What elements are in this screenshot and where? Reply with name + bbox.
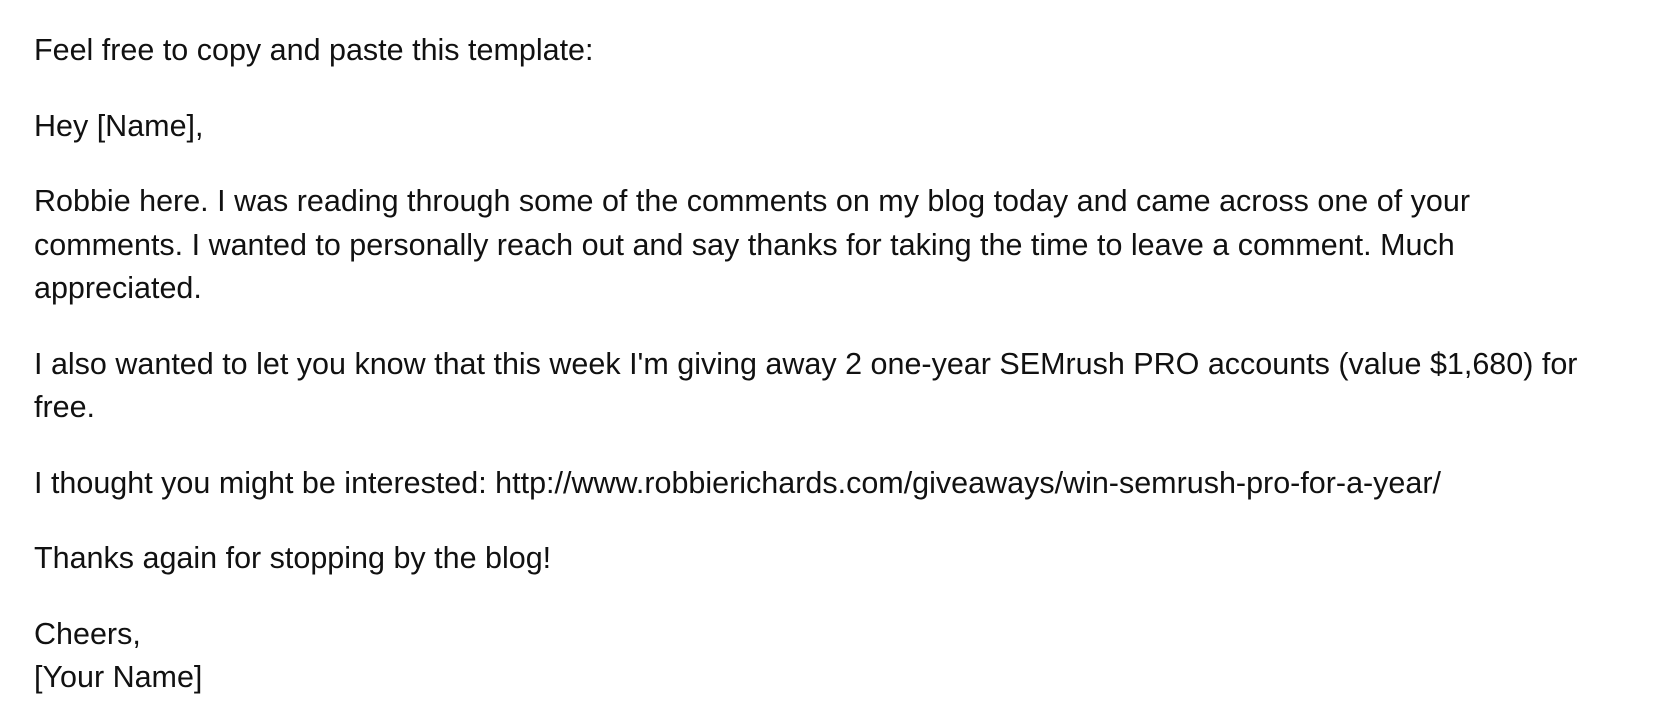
signoff: Cheers, [Your Name]: [34, 613, 1664, 700]
greeting-text: Hey [Name],: [34, 105, 1664, 149]
paragraph-thanks-again: Thanks again for stopping by the blog!: [34, 537, 1664, 581]
paragraph3-line: I thought you might be interested: http:…: [34, 465, 1441, 500]
intro-line: Feel free to copy and paste this templat…: [34, 33, 594, 67]
paragraph2-line2: free.: [34, 390, 96, 424]
paragraph2-line1: I also wanted to let you know that this …: [34, 346, 1578, 381]
email-template-document: Feel free to copy and paste this templat…: [34, 29, 1664, 700]
paragraph-thanks-for-comment: Robbie here. I was reading through some …: [34, 180, 1664, 311]
signoff-name: [Your Name]: [34, 660, 203, 694]
intro-text: Feel free to copy and paste this templat…: [34, 29, 1664, 73]
greeting-line: Hey [Name],: [34, 108, 204, 143]
signoff-closing: Cheers,: [34, 616, 141, 651]
paragraph1-line2: comments. I wanted to personally reach o…: [34, 227, 1455, 262]
paragraph1-line3: appreciated.: [34, 271, 202, 305]
paragraph1-line1: Robbie here. I was reading through some …: [34, 184, 1470, 218]
paragraph-link: I thought you might be interested: http:…: [34, 462, 1664, 506]
paragraph4-line: Thanks again for stopping by the blog!: [34, 541, 552, 575]
paragraph-giveaway: I also wanted to let you know that this …: [34, 343, 1664, 430]
